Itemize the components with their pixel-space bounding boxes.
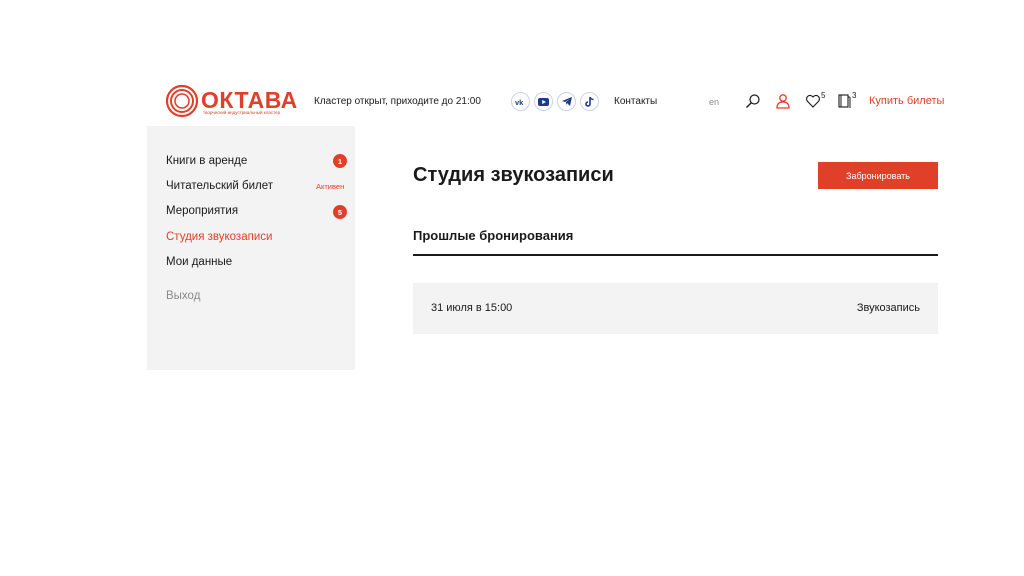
social-links: vk xyxy=(511,92,599,111)
booking-row[interactable]: 31 июля в 15:00 Звукозапись xyxy=(413,283,938,334)
book-icon[interactable] xyxy=(836,93,852,109)
sidebar-item-my-data[interactable]: Мои данные xyxy=(166,256,232,268)
rented-books-badge: 1 xyxy=(333,154,347,168)
logo-tagline: творческий индустриальный кластер xyxy=(203,110,281,115)
heart-icon[interactable] xyxy=(805,93,821,109)
open-status-text: Кластер открыт, приходите до 21:00 xyxy=(314,96,481,107)
page-title: Студия звукозаписи xyxy=(413,164,614,186)
book-button[interactable]: Забронировать xyxy=(818,162,938,189)
booking-type: Звукозапись xyxy=(856,302,920,314)
sidebar-item-events[interactable]: Мероприятия xyxy=(166,205,238,217)
language-switch[interactable]: en xyxy=(709,97,719,107)
logout-link[interactable]: Выход xyxy=(166,290,200,302)
sidebar-item-library-card[interactable]: Читательский билет xyxy=(166,180,273,192)
events-badge: 5 xyxy=(333,205,347,219)
books-count: 3 xyxy=(852,91,857,100)
sidebar-item-recording-studio[interactable]: Студия звукозаписи xyxy=(166,231,272,243)
vk-icon[interactable]: vk xyxy=(511,92,530,111)
youtube-icon[interactable] xyxy=(534,92,553,111)
octava-logo[interactable]: ОКТАВА творческий индустриальный кластер xyxy=(165,84,300,120)
sidebar-item-rented-books[interactable]: Книги в аренде xyxy=(166,155,247,167)
favorites-count: 5 xyxy=(821,91,826,100)
site-header: ОКТАВА творческий индустриальный кластер… xyxy=(0,0,1024,126)
library-card-status: Активен xyxy=(316,182,345,191)
buy-tickets-link[interactable]: Купить билеты xyxy=(869,95,944,107)
contacts-link[interactable]: Контакты xyxy=(614,96,657,107)
telegram-icon[interactable] xyxy=(557,92,576,111)
booking-date: 31 июля в 15:00 xyxy=(431,302,513,314)
past-bookings-heading: Прошлые бронирования xyxy=(413,228,574,243)
tiktok-icon[interactable] xyxy=(580,92,599,111)
user-icon[interactable] xyxy=(775,93,791,109)
search-icon[interactable] xyxy=(745,93,761,109)
account-sidebar: Книги в аренде 1 Читательский билет Акти… xyxy=(147,126,355,370)
logo-ring-icon xyxy=(165,84,199,118)
svg-text:vk: vk xyxy=(515,98,524,106)
section-divider xyxy=(413,254,938,256)
